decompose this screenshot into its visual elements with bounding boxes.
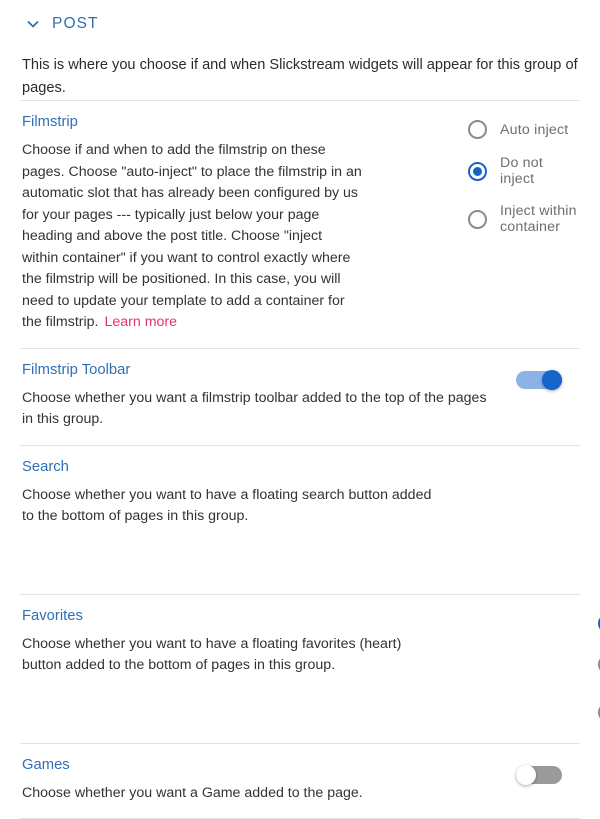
section-title-favorites: Favorites — [22, 607, 83, 624]
section-title-games: Games — [22, 756, 70, 773]
post-section-header[interactable]: POST — [20, 0, 580, 34]
section-description-games: Choose whether you want a Game added to … — [22, 784, 363, 801]
chevron-down-icon[interactable] — [26, 17, 40, 31]
radio-icon[interactable] — [468, 209, 487, 229]
section-title-search: Search — [22, 458, 69, 475]
section-description-search: Choose whether you want to have a floati… — [22, 486, 432, 525]
toggle-knob — [542, 369, 562, 390]
section-description-favorites: Choose whether you want to have a floati… — [22, 635, 402, 674]
intro-text: This is where you choose if and when Sli… — [22, 57, 578, 96]
toggle-filmstrip-toolbar[interactable] — [516, 369, 562, 390]
radio-option-do-not-inject[interactable]: Do not inject — [468, 155, 580, 187]
radio-icon-selected[interactable] — [468, 161, 487, 181]
learn-more-link[interactable]: Learn more — [104, 314, 177, 330]
section-filmstrip-toolbar: Filmstrip Toolbar Choose whether you wan… — [20, 349, 580, 445]
toggle-games[interactable] — [516, 764, 562, 785]
section-title-filmstrip-toolbar: Filmstrip Toolbar — [22, 361, 131, 378]
radio-icon[interactable] — [468, 120, 487, 139]
radio-option-inject-within-container[interactable]: Inject within container — [468, 203, 580, 235]
section-filmstrip: Filmstrip Choose if and when to add the … — [20, 101, 580, 348]
section-title-filmstrip: Filmstrip — [22, 114, 78, 130]
radio-label: Auto inject — [500, 121, 569, 138]
radio-option-auto-inject[interactable]: Auto inject — [468, 120, 580, 139]
section-description-filmstrip-toolbar: Choose whether you want a filmstrip tool… — [22, 389, 487, 428]
radio-label: Inject within container — [500, 203, 577, 235]
toggle-knob — [516, 764, 536, 785]
post-settings-panel: POST This is where you choose if and whe… — [0, 0, 600, 819]
radio-label: Do not inject — [500, 155, 544, 187]
section-search: Search Choose whether you want to have a… — [20, 446, 580, 594]
radio-group-filmstrip: Auto inject Do not inject Inject within … — [468, 120, 580, 235]
section-games: Games Choose whether you want a Game add… — [20, 744, 580, 819]
section-favorites: Favorites Choose whether you want to hav… — [20, 595, 600, 743]
page-title: POST — [52, 15, 99, 32]
description-text: Choose if and when to add the filmstrip … — [22, 142, 362, 330]
section-description-filmstrip: Choose if and when to add the filmstrip … — [22, 140, 362, 334]
